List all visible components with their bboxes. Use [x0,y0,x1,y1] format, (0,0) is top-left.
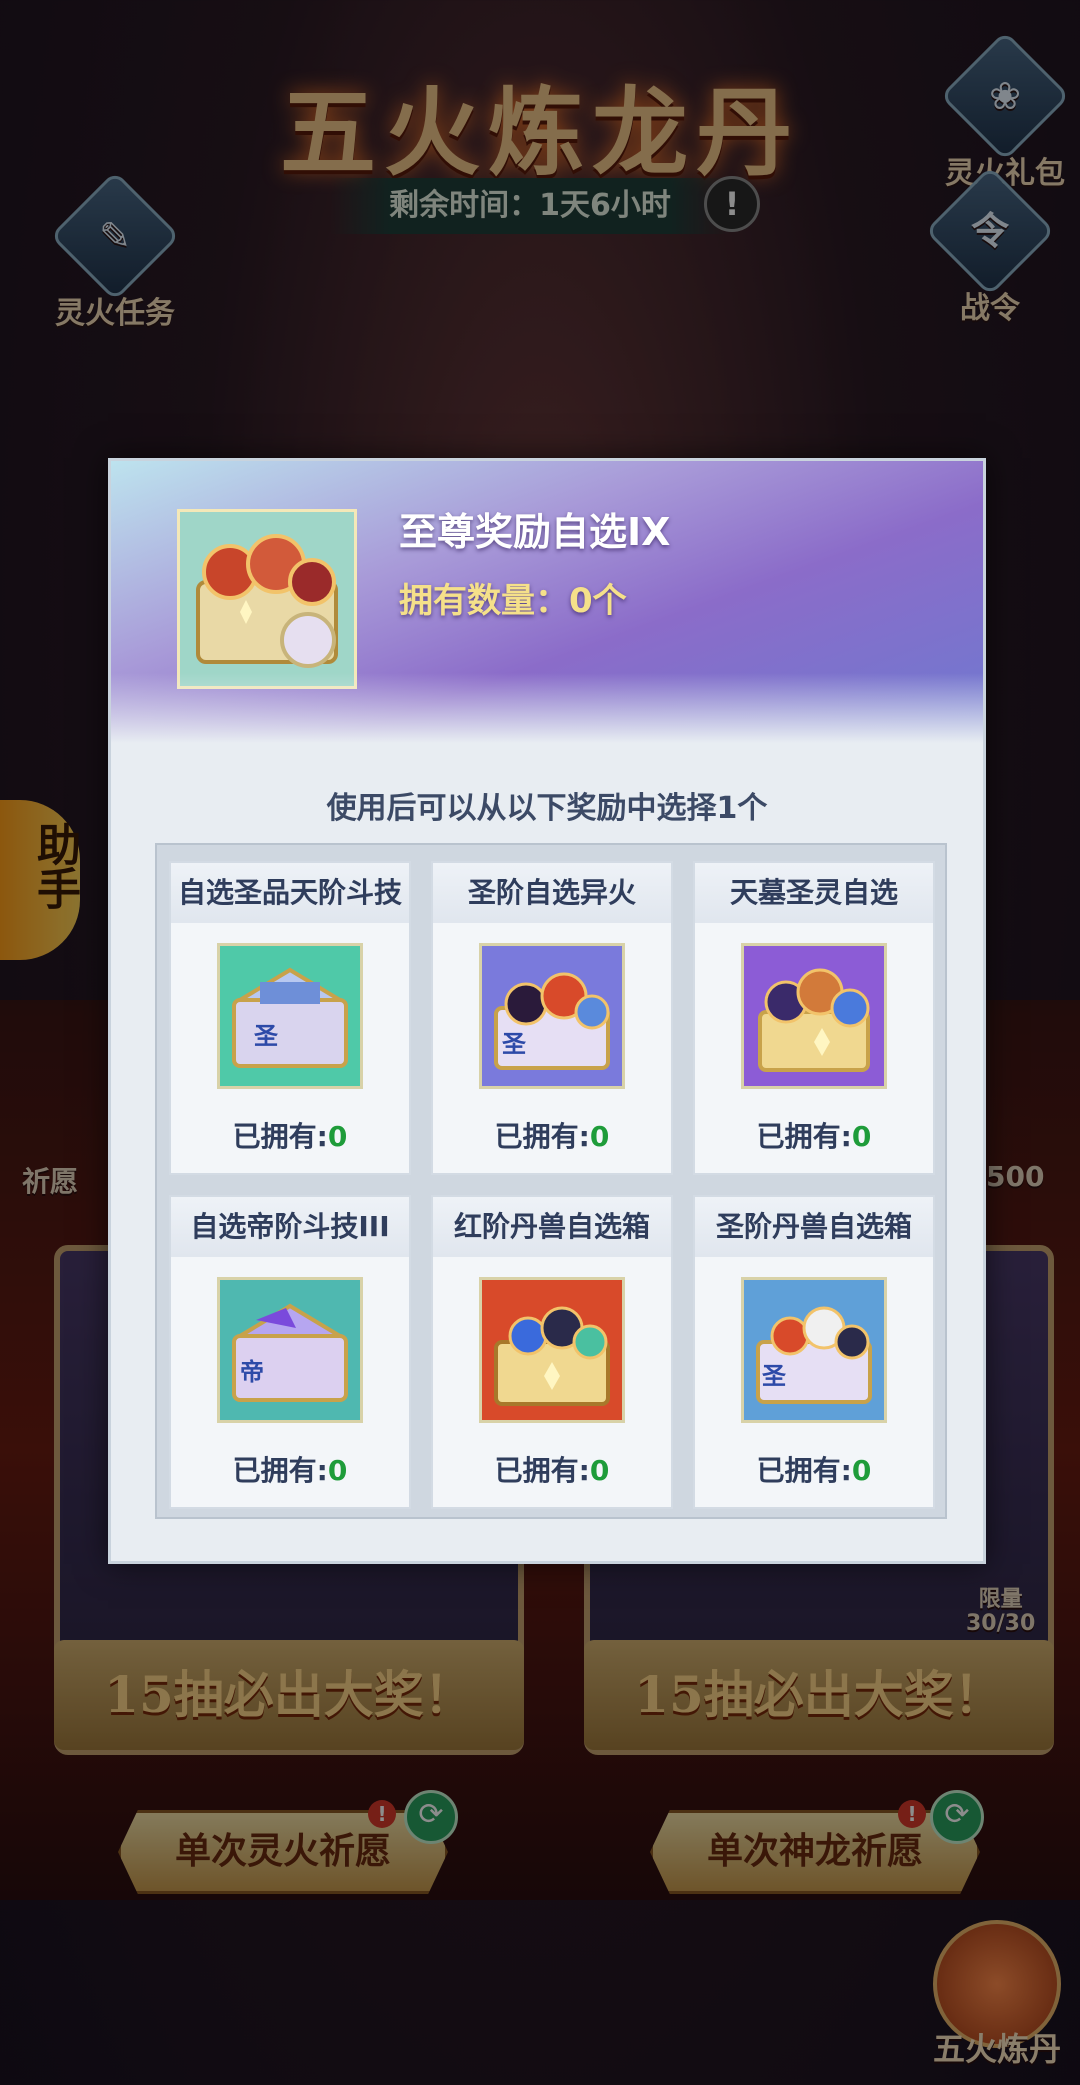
chest-badge: 帝 [240,1358,264,1386]
reward-option-title: 圣阶丹兽自选箱 [695,1197,933,1257]
owned-prefix: 已拥有: [756,1120,852,1153]
holy-beast-chest-icon: 圣 [741,1277,887,1423]
emperor-skill-chest-icon: 帝 [217,1277,363,1423]
owned-prefix: 已拥有: [494,1120,590,1153]
owned-prefix: 已拥有: [232,1120,328,1153]
reward-option-title: 红阶丹兽自选箱 [433,1197,671,1257]
chest-badge: 圣 [502,1030,527,1058]
reward-option-card[interactable]: 圣阶丹兽自选箱 圣 已拥有:0 [693,1195,935,1509]
reward-option-title: 自选帝阶斗技III [171,1197,409,1257]
item-icon-frame [177,509,357,689]
treasure-chest-icon [180,512,354,686]
chest-badge: 圣 [254,1022,279,1050]
reward-owned: 已拥有:0 [171,1115,409,1155]
red-beast-chest-icon [479,1277,625,1423]
reward-option-card[interactable]: 红阶丹兽自选箱 已拥有:0 [431,1195,673,1509]
owned-value: 0 [589,1120,610,1153]
reward-select-modal: 至尊奖励自选IX 拥有数量：0个 使用后可以从以下奖励中选择1个 自选圣品天阶斗… [108,458,986,1564]
modal-description: 使用后可以从以下奖励中选择1个 [326,791,768,826]
skill-chest-icon: 圣 [217,943,363,1089]
reward-option-card[interactable]: 自选圣品天阶斗技 圣 已拥有:0 [169,861,411,1175]
reward-option-card[interactable]: 自选帝阶斗技III 帝 已拥有:0 [169,1195,411,1509]
owned-value: 0 [327,1454,348,1487]
reward-option-card[interactable]: 天墓圣灵自选 已拥有:0 [693,861,935,1175]
owned-prefix: 已拥有: [756,1454,852,1487]
spirit-chest-icon [741,943,887,1089]
owned-value: 0 [589,1454,610,1487]
chest-badge: 圣 [762,1362,787,1390]
owned-count: 拥有数量：0个 [399,581,627,621]
owned-prefix: 已拥有: [232,1454,328,1487]
owned-prefix: 已拥有: [494,1454,590,1487]
owned-value: 0 [327,1120,348,1153]
reward-owned: 已拥有:0 [695,1115,933,1155]
reward-option-title: 自选圣品天阶斗技 [171,863,409,923]
owned-value: 0 [851,1120,872,1153]
item-name: 至尊奖励自选IX [399,510,671,554]
reward-owned: 已拥有:0 [433,1449,671,1489]
reward-owned: 已拥有:0 [171,1449,409,1489]
flame-chest-icon: 圣 [479,943,625,1089]
owned-value: 0 [851,1454,872,1487]
reward-option-title: 圣阶自选异火 [433,863,671,923]
reward-option-card[interactable]: 圣阶自选异火 圣 已拥有:0 [431,861,673,1175]
modal-header: 至尊奖励自选IX 拥有数量：0个 [111,461,983,743]
reward-owned: 已拥有:0 [695,1449,933,1489]
reward-option-title: 天墓圣灵自选 [695,863,933,923]
reward-owned: 已拥有:0 [433,1115,671,1155]
reward-options-grid: 自选圣品天阶斗技 圣 已拥有:0 圣阶自选异火 圣 已拥有:0 天墓圣灵自选 已… [155,843,947,1519]
